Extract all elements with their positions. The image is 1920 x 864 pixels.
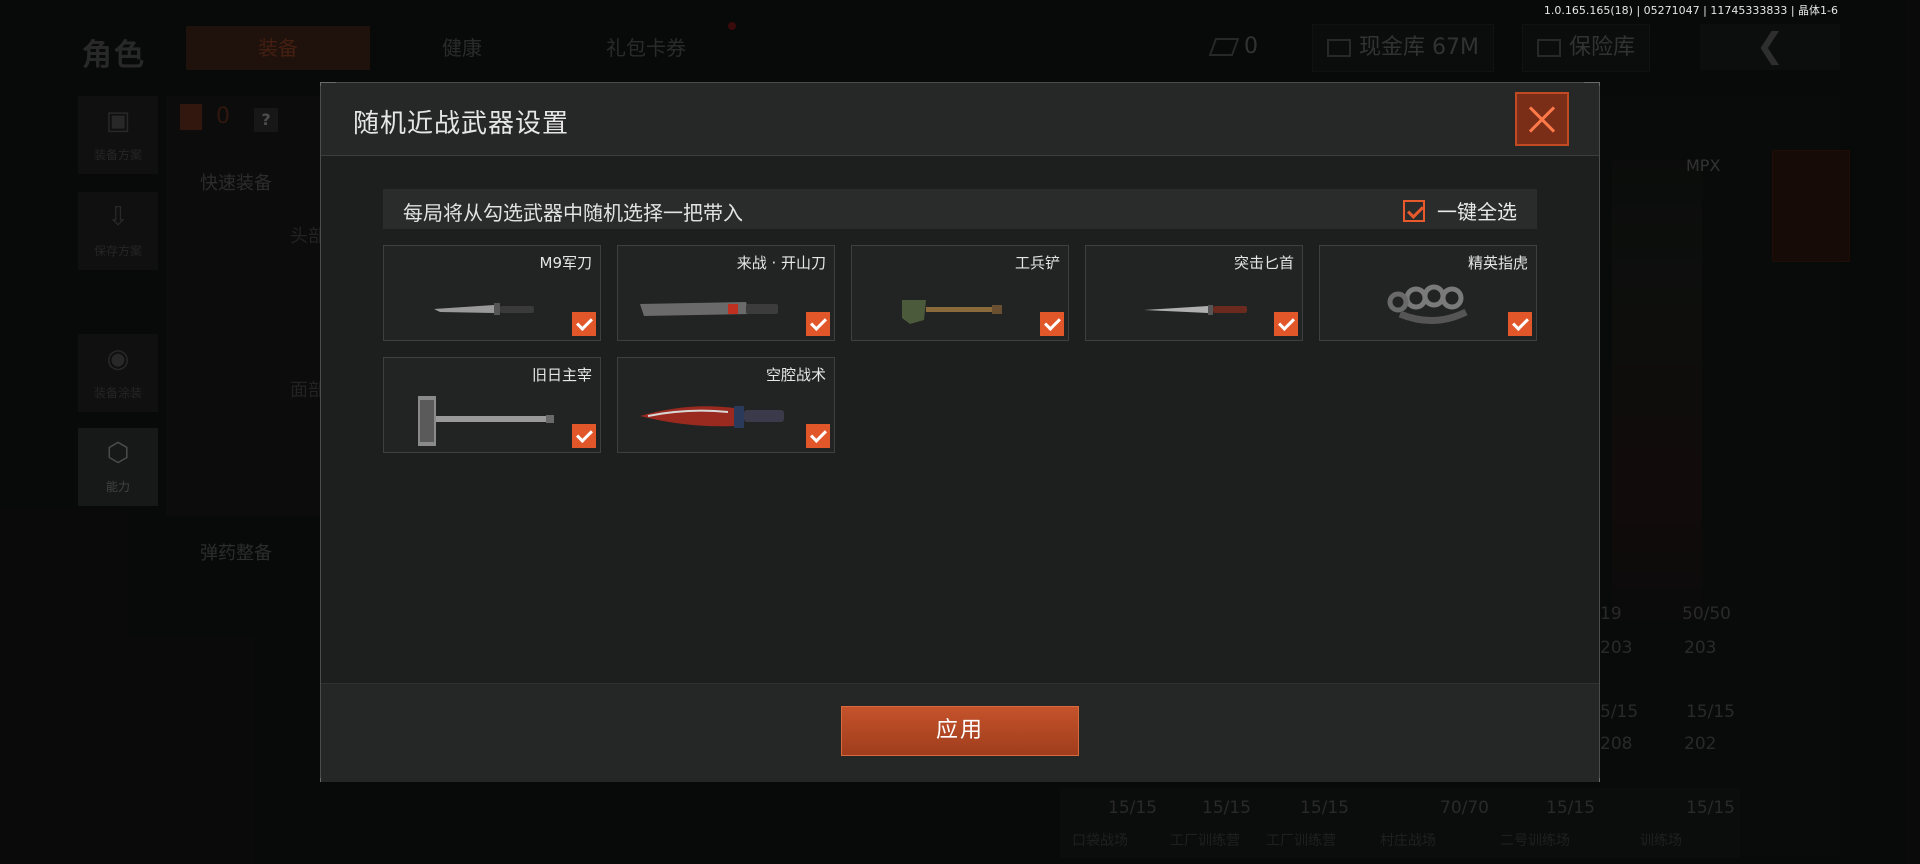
dialog-title: 随机近战武器设置 <box>353 109 570 139</box>
checkbox-checked-icon[interactable] <box>806 424 830 448</box>
hammer-image <box>418 396 554 446</box>
bayonet-image <box>434 303 534 315</box>
checkbox-checked-icon[interactable] <box>1508 312 1532 336</box>
dialog-header: 随机近战武器设置 <box>321 83 1599 156</box>
select-all-checkbox[interactable]: 一键全选 <box>1403 196 1517 225</box>
checkbox-checked-icon[interactable] <box>1274 312 1298 336</box>
checkbox-checked-icon[interactable] <box>572 312 596 336</box>
weapon-name: 工兵铲 <box>1014 254 1060 272</box>
weapon-card-assault-dagger[interactable]: 突击匕首 <box>1085 245 1303 341</box>
machete-image <box>640 302 778 316</box>
version-text: 1.0.165.165(18) | 05271047 | 11745333833… <box>1543 4 1838 17</box>
checkbox-checked-icon <box>1403 199 1425 222</box>
weapon-name: 旧日主宰 <box>531 366 592 384</box>
weapon-name: 空腔战术 <box>765 366 826 384</box>
weapon-name: 来战 · 开山刀 <box>736 254 826 272</box>
weapon-card-elite-knuckles[interactable]: 精英指虎 <box>1319 245 1537 341</box>
weapon-card-m9[interactable]: M9军刀 <box>383 245 601 341</box>
description-text: 每局将从勾选武器中随机选择一把带入 <box>403 201 743 225</box>
weapon-card-shovel[interactable]: 工兵铲 <box>851 245 1069 341</box>
dagger-image <box>1144 305 1247 315</box>
checkbox-checked-icon[interactable] <box>1040 312 1064 336</box>
weapon-name: M9军刀 <box>539 254 593 272</box>
weapon-card-machete[interactable]: 来战 · 开山刀 <box>617 245 835 341</box>
description-bar: 每局将从勾选武器中随机选择一把带入 一键全选 <box>383 189 1537 229</box>
weapon-name: 精英指虎 <box>1467 254 1528 272</box>
close-button[interactable] <box>1515 92 1569 146</box>
select-all-label: 一键全选 <box>1437 200 1517 224</box>
checkbox-checked-icon[interactable] <box>806 312 830 336</box>
knuckles-image <box>1387 284 1468 325</box>
dialog-footer: 应用 <box>321 683 1599 782</box>
tactical-knife-image <box>640 406 784 428</box>
weapon-card-hollow-tactical[interactable]: 空腔战术 <box>617 357 835 453</box>
shovel-image <box>902 300 1002 324</box>
weapon-card-old-master[interactable]: 旧日主宰 <box>383 357 601 453</box>
random-melee-dialog: 随机近战武器设置 每局将从勾选武器中随机选择一把带入 一键全选 M9军刀 来战 … <box>320 82 1600 782</box>
checkbox-checked-icon[interactable] <box>572 424 596 448</box>
weapon-name: 突击匕首 <box>1233 254 1294 272</box>
apply-button[interactable]: 应用 <box>841 706 1079 756</box>
